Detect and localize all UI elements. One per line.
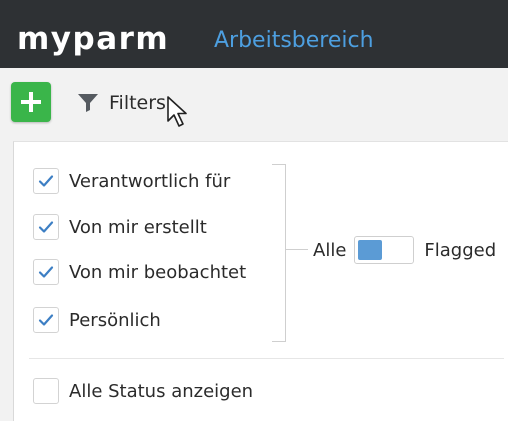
filter-option-verantwortlich[interactable]: Verantwortlich für xyxy=(33,166,230,196)
flagged-label[interactable]: Flagged xyxy=(424,240,496,261)
checkbox[interactable] xyxy=(33,378,59,404)
filter-option-label: Persönlich xyxy=(69,309,161,331)
checkbox[interactable] xyxy=(33,214,59,240)
add-button[interactable] xyxy=(11,82,51,122)
checkbox[interactable] xyxy=(33,168,59,194)
flag-filter-control: Alle Flagged xyxy=(313,235,496,265)
flagged-toggle-switch[interactable] xyxy=(354,236,415,264)
checkmark-icon xyxy=(38,266,54,278)
group-bracket xyxy=(272,164,286,342)
toggle-knob xyxy=(358,240,383,260)
checkmark-icon xyxy=(38,314,54,326)
filter-option-beobachtet[interactable]: Von mir beobachtet xyxy=(33,257,246,287)
show-all-status-label: Alle Status anzeigen xyxy=(69,380,254,402)
filter-option-label: Von mir erstellt xyxy=(69,216,207,238)
workspace-link[interactable]: Arbeitsbereich xyxy=(214,27,374,55)
funnel-icon xyxy=(78,94,98,112)
checkbox[interactable] xyxy=(33,259,59,285)
mouse-pointer-icon xyxy=(167,96,187,127)
group-bracket-connector xyxy=(286,249,308,250)
myparm-logo[interactable]: myparm xyxy=(17,23,169,55)
filter-option-persoenlich[interactable]: Persönlich xyxy=(33,305,161,335)
top-bar: myparm Arbeitsbereich xyxy=(0,0,508,68)
alle-label[interactable]: Alle xyxy=(313,240,346,261)
filter-option-erstellt[interactable]: Von mir erstellt xyxy=(33,212,207,242)
filters-label: Filters xyxy=(109,92,166,114)
checkmark-icon xyxy=(38,221,54,233)
divider xyxy=(29,358,504,359)
toolbar: Filters xyxy=(0,68,508,138)
checkbox[interactable] xyxy=(33,307,59,333)
filter-option-label: Von mir beobachtet xyxy=(69,261,247,283)
show-all-status-option[interactable]: Alle Status anzeigen xyxy=(33,376,253,406)
filters-toggle[interactable]: Filters xyxy=(77,90,166,116)
filters-dropdown: Verantwortlich für Von mir erstellt Von … xyxy=(13,141,508,421)
checkmark-icon xyxy=(38,175,54,187)
filter-option-label: Verantwortlich für xyxy=(69,170,231,192)
